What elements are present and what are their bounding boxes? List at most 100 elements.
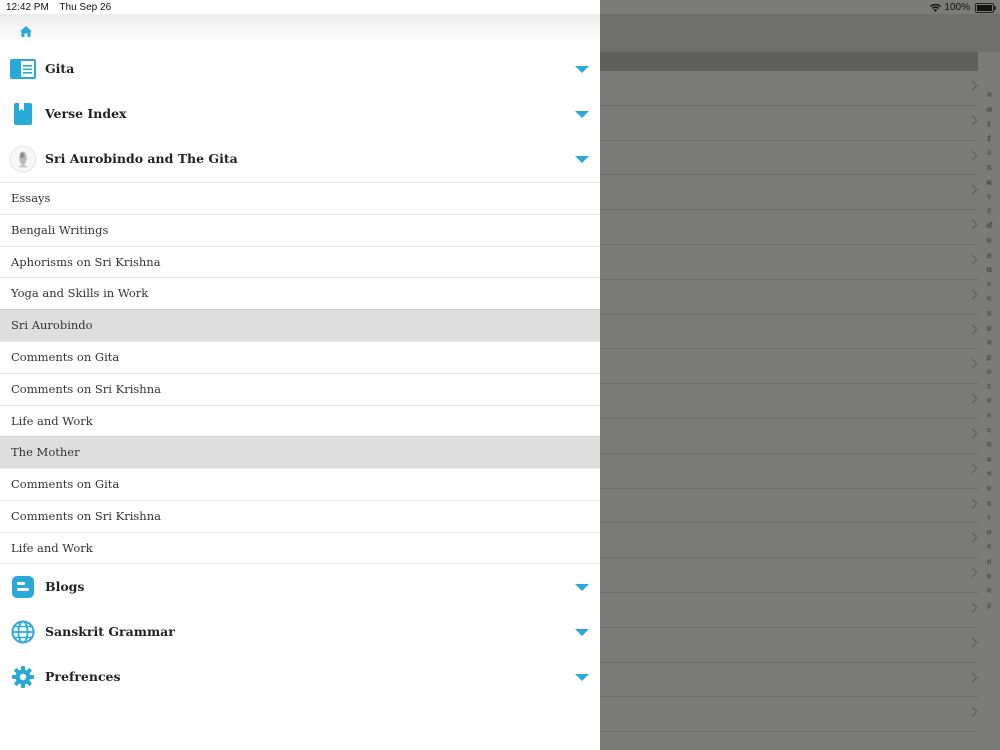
background-list-row[interactable]	[600, 71, 978, 106]
index-letter[interactable]: द	[987, 380, 991, 395]
index-letter[interactable]: क	[986, 234, 991, 249]
expand-arrow-icon[interactable]	[575, 111, 589, 118]
index-letter[interactable]: अ	[986, 88, 991, 103]
chevron-right-icon	[967, 428, 978, 439]
battery-percent: 100%	[944, 2, 970, 13]
background-list-row[interactable]	[600, 697, 978, 733]
background-list-row[interactable]	[600, 106, 978, 141]
background-list-row[interactable]	[600, 315, 978, 350]
expand-arrow-icon[interactable]	[575, 156, 589, 163]
index-letter[interactable]: उ	[987, 146, 991, 161]
submenu-item-mother-comments-krishna[interactable]: Comments on Sri Krishna	[0, 499, 600, 532]
chevron-right-icon	[967, 672, 978, 682]
chevron-right-icon	[967, 358, 978, 369]
submenu-item-mother-comments-gita[interactable]: Comments on Gita	[0, 468, 600, 500]
background-list-row[interactable]	[600, 593, 978, 628]
section-verse-index-title: Verse Index	[45, 106, 127, 121]
background-list-row[interactable]	[600, 454, 978, 489]
section-aurobindo-title: Sri Aurobindo and The Gita	[45, 151, 238, 166]
index-letter[interactable]: म	[987, 482, 991, 497]
index-letter[interactable]: भ	[987, 467, 992, 482]
background-list-row[interactable]	[600, 141, 978, 176]
chevron-right-icon	[967, 150, 978, 161]
expand-arrow-icon[interactable]	[575, 629, 589, 636]
index-letter[interactable]: ए	[987, 190, 991, 205]
section-blogs[interactable]: Blogs	[0, 565, 600, 610]
expand-arrow-icon[interactable]	[575, 584, 589, 591]
index-letter[interactable]: ध	[987, 394, 991, 409]
index-letter[interactable]: ह	[987, 599, 991, 614]
index-letter[interactable]: व	[987, 540, 991, 555]
submenu-item-bengali-writings[interactable]: Bengali Writings	[0, 213, 600, 246]
background-list-row[interactable]	[600, 384, 978, 419]
wifi-icon	[930, 3, 942, 12]
index-letter[interactable]: ई	[987, 132, 990, 147]
index-letter[interactable]: न	[987, 409, 991, 424]
index-letter[interactable]: ब	[987, 453, 991, 468]
section-gita[interactable]: Gita	[0, 47, 600, 92]
index-letter[interactable]: य	[987, 497, 991, 512]
index-letter[interactable]: ग	[987, 278, 991, 293]
index-letter[interactable]: घ	[987, 292, 991, 307]
status-date: Thu Sep 26	[59, 2, 112, 13]
expand-arrow-icon[interactable]	[575, 66, 589, 73]
index-letter[interactable]: र	[988, 511, 991, 526]
index-letter[interactable]: ऐ	[987, 205, 991, 220]
background-list-row[interactable]	[600, 245, 978, 280]
index-letter[interactable]: ष	[987, 570, 991, 585]
alphabet-index[interactable]: अ आ इ ई उ ऊ ऋ ए ऐ औ क क्ष ख ग घ च छ ज झ त द ध न प फ ब भ म य र ल व श ष स ह	[978, 88, 1000, 613]
section-blogs-title: Blogs	[45, 579, 85, 594]
background-list-row[interactable]	[600, 558, 978, 593]
submenu-item-essays[interactable]: Essays	[0, 182, 600, 214]
background-section-header	[600, 52, 978, 71]
submenu-item-aurobindo-life-work[interactable]: Life and Work	[0, 404, 600, 437]
background-list-row[interactable]	[600, 280, 978, 315]
section-gita-title: Gita	[45, 61, 75, 76]
chevron-right-icon	[967, 289, 978, 300]
index-letter[interactable]: श	[987, 555, 992, 570]
submenu-item-yoga-skills[interactable]: Yoga and Skills in Work	[0, 277, 600, 309]
index-letter[interactable]: ऋ	[986, 176, 992, 191]
index-letter[interactable]: इ	[987, 117, 990, 132]
index-letter[interactable]: झ	[986, 351, 991, 366]
index-letter[interactable]: औ	[985, 219, 992, 234]
index-letter[interactable]: प	[987, 424, 991, 439]
submenu-item-aphorisms[interactable]: Aphorisms on Sri Krishna	[0, 245, 600, 278]
index-letter[interactable]: च	[987, 307, 991, 322]
index-letter[interactable]: ख	[986, 263, 992, 278]
index-letter[interactable]: ल	[987, 526, 992, 541]
submenu-item-mother-life-work[interactable]: Life and Work	[0, 531, 600, 564]
background-list-row[interactable]	[600, 419, 978, 454]
background-list-row[interactable]	[600, 489, 978, 524]
home-icon[interactable]	[16, 22, 36, 40]
index-letter[interactable]: फ	[986, 438, 991, 453]
section-verse-index[interactable]: Verse Index	[0, 92, 600, 137]
expand-arrow-icon[interactable]	[575, 674, 589, 681]
section-aurobindo[interactable]: Sri Aurobindo and The Gita	[0, 137, 600, 182]
chevron-right-icon	[967, 219, 978, 230]
index-letter[interactable]: त	[987, 365, 991, 380]
status-time: 12:42 PM	[6, 2, 49, 13]
background-list-row[interactable]	[600, 628, 978, 663]
index-letter[interactable]: छ	[987, 322, 992, 337]
background-list-row[interactable]	[600, 175, 978, 211]
section-sanskrit-grammar[interactable]: Sanskrit Grammar	[0, 610, 600, 655]
index-letter[interactable]: ज	[986, 336, 991, 351]
submenu-group-the-mother: The Mother	[0, 436, 600, 469]
index-letter[interactable]: आ	[985, 103, 992, 118]
background-list-row[interactable]	[600, 523, 978, 559]
index-letter[interactable]: ऊ	[986, 161, 992, 176]
submenu-item-aurobindo-comments-krishna[interactable]: Comments on Sri Krishna	[0, 372, 600, 405]
index-letter[interactable]: स	[987, 584, 992, 599]
background-list-row[interactable]	[600, 349, 978, 385]
background-list-row[interactable]	[600, 663, 978, 698]
drawer-header	[0, 14, 600, 44]
submenu-item-aurobindo-comments-gita[interactable]: Comments on Gita	[0, 340, 600, 373]
section-sanskrit-grammar-title: Sanskrit Grammar	[45, 624, 175, 639]
globe-icon	[9, 618, 37, 646]
background-list[interactable]	[600, 71, 978, 733]
section-preferences[interactable]: Prefrences	[0, 655, 600, 700]
index-letter[interactable]: क्ष	[986, 249, 991, 264]
chevron-right-icon	[967, 463, 978, 474]
background-list-row[interactable]	[600, 210, 978, 245]
